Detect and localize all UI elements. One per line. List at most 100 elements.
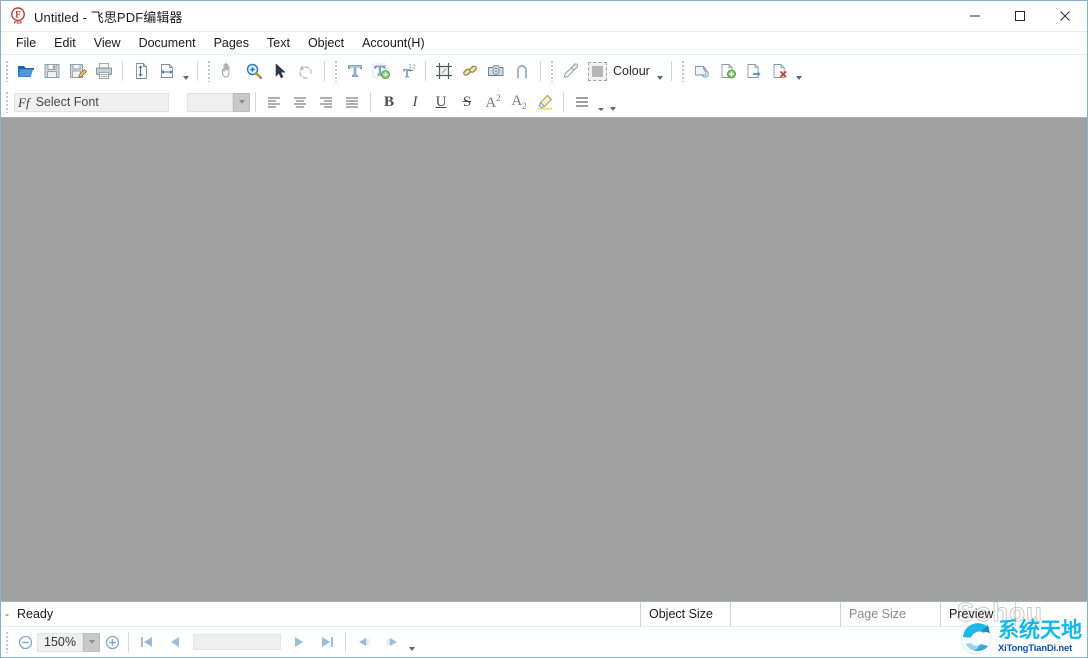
toolbar-grip[interactable] <box>206 60 213 82</box>
close-button[interactable] <box>1042 1 1087 31</box>
print-button[interactable] <box>91 58 117 84</box>
text-order-button[interactable]: T 1 2 <box>394 58 420 84</box>
zoom-level-input[interactable]: 150% <box>37 633 83 652</box>
link-button[interactable] <box>457 58 483 84</box>
font-toolbar-overflow-button[interactable] <box>607 89 619 115</box>
line-spacing-button[interactable] <box>569 90 595 114</box>
menu-bar: File Edit View Document Pages Text Objec… <box>1 32 1087 55</box>
toolbar-grip[interactable] <box>333 60 340 82</box>
magnet-button[interactable] <box>509 58 535 84</box>
zoom-in-button[interactable] <box>100 630 124 654</box>
zoom-tool-button[interactable] <box>241 58 267 84</box>
strikethrough-button[interactable]: S <box>454 90 480 114</box>
zoom-out-button[interactable] <box>13 630 37 654</box>
underline-button[interactable]: U <box>428 90 454 114</box>
menu-item-document[interactable]: Document <box>130 34 205 52</box>
font-select-input[interactable]: Ff Select Font <box>14 93 169 112</box>
prev-page-button[interactable] <box>161 630 189 654</box>
next-view-button[interactable] <box>378 630 406 654</box>
menu-item-file[interactable]: File <box>7 34 45 52</box>
menu-item-pages[interactable]: Pages <box>205 34 258 52</box>
toolbar-separator <box>122 61 123 81</box>
toolbar-grip[interactable] <box>549 60 556 82</box>
menu-item-text[interactable]: Text <box>258 34 299 52</box>
highlight-button[interactable] <box>532 90 558 114</box>
bold-button[interactable]: B <box>376 90 402 114</box>
open-button[interactable] <box>13 58 39 84</box>
align-left-button[interactable] <box>261 90 287 114</box>
toolbar-grip[interactable] <box>4 91 11 113</box>
fit-dropdown-button[interactable] <box>180 58 192 84</box>
status-object-size-label: Object Size <box>640 602 730 626</box>
toolbar-group-align <box>261 87 365 117</box>
page-number-input[interactable] <box>193 634 281 650</box>
subscript-button[interactable]: A2 <box>506 90 532 114</box>
font-size-input[interactable] <box>187 93 233 112</box>
align-right-icon <box>318 95 334 109</box>
chevron-down-icon <box>89 640 95 644</box>
zoom-level-dropdown-button[interactable] <box>83 633 100 652</box>
chevron-down-icon <box>796 76 802 80</box>
superscript-button[interactable]: A2 <box>480 90 506 114</box>
delete-page-button[interactable] <box>767 58 793 84</box>
chevron-down-icon <box>610 107 616 111</box>
zoom-out-icon <box>17 634 34 651</box>
menu-item-edit[interactable]: Edit <box>45 34 85 52</box>
line-spacing-dropdown-button[interactable] <box>595 89 607 115</box>
eyedropper-button[interactable] <box>558 58 584 84</box>
insert-page-button[interactable] <box>715 58 741 84</box>
status-bar: - Ready Object Size Page Size Preview <box>1 601 1087 626</box>
next-page-icon <box>290 634 308 650</box>
crop-button[interactable] <box>431 58 457 84</box>
zoom-magnifier-icon <box>244 61 264 81</box>
extract-page-button[interactable] <box>741 58 767 84</box>
toolbar-grip[interactable] <box>4 60 11 82</box>
colour-button-label: Colour <box>613 64 650 78</box>
next-view-icon <box>382 634 402 650</box>
fit-height-icon <box>131 61 151 81</box>
save-as-button[interactable] <box>65 58 91 84</box>
rotate-button[interactable] <box>293 58 319 84</box>
save-button[interactable] <box>39 58 65 84</box>
status-spacer <box>1015 602 1087 626</box>
italic-button[interactable]: I <box>402 90 428 114</box>
first-page-button[interactable] <box>133 630 161 654</box>
prev-view-button[interactable] <box>350 630 378 654</box>
pan-button[interactable] <box>215 58 241 84</box>
menu-item-object[interactable]: Object <box>299 34 353 52</box>
rotate-page-button[interactable] <box>689 58 715 84</box>
text-tool-button[interactable] <box>342 58 368 84</box>
colour-dropdown-button[interactable] <box>654 58 666 84</box>
svg-text:1: 1 <box>408 64 411 70</box>
align-center-button[interactable] <box>287 90 313 114</box>
minimize-button[interactable] <box>952 1 997 31</box>
next-page-button[interactable] <box>285 630 313 654</box>
select-button[interactable] <box>267 58 293 84</box>
crop-icon <box>434 61 454 81</box>
navbar-separator <box>128 632 129 652</box>
toolbar-grip[interactable] <box>680 60 687 82</box>
text-order-icon: T 1 2 <box>397 61 417 81</box>
window-title: Untitled - 飞思PDF编辑器 <box>34 7 183 26</box>
align-right-button[interactable] <box>313 90 339 114</box>
status-message-area: - Ready <box>1 602 640 626</box>
last-page-button[interactable] <box>313 630 341 654</box>
snapshot-button[interactable] <box>483 58 509 84</box>
menu-item-view[interactable]: View <box>85 34 130 52</box>
navbar-overflow-button[interactable] <box>406 629 418 655</box>
align-left-icon <box>266 95 282 109</box>
fit-height-button[interactable] <box>128 58 154 84</box>
align-justify-button[interactable] <box>339 90 365 114</box>
menu-item-account[interactable]: Account(H) <box>353 34 434 52</box>
add-text-button[interactable] <box>368 58 394 84</box>
document-canvas[interactable] <box>1 118 1087 601</box>
title-bar: F PDF Untitled - 飞思PDF编辑器 <box>1 1 1087 32</box>
colour-button[interactable]: Colour <box>584 59 654 83</box>
chevron-down-icon <box>598 108 604 111</box>
pages-overflow-button[interactable] <box>793 58 805 84</box>
navbar-grip[interactable] <box>4 631 11 653</box>
subscript-icon: A2 <box>511 93 526 111</box>
fit-width-button[interactable] <box>154 58 180 84</box>
font-size-dropdown-button[interactable] <box>233 93 250 112</box>
maximize-button[interactable] <box>997 1 1042 31</box>
